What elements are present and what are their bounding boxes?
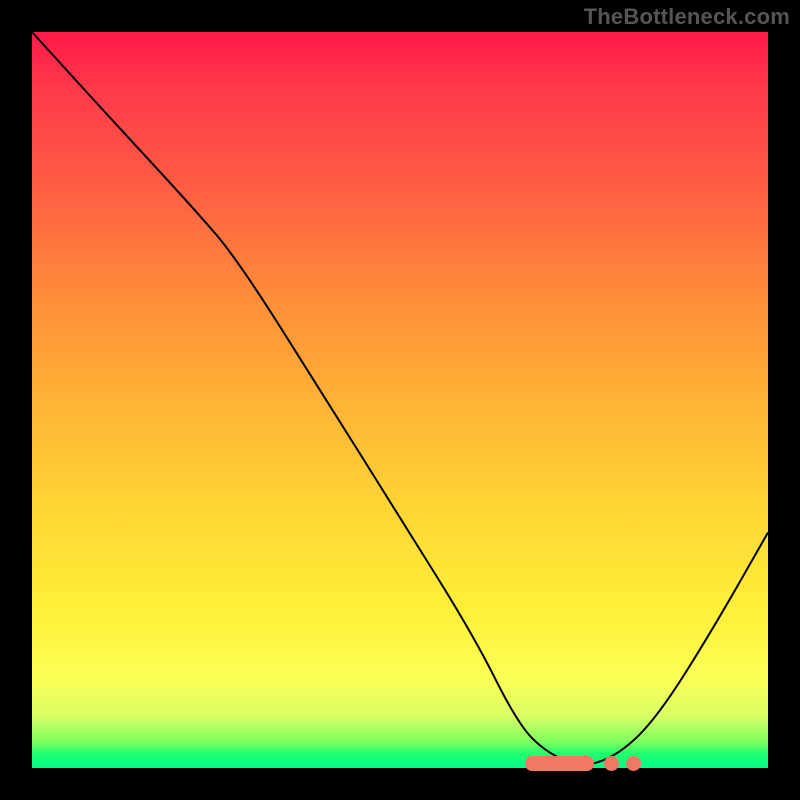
- plot-area: [32, 32, 768, 768]
- chart-container: TheBottleneck.com: [0, 0, 800, 800]
- optimal-range-bar: [525, 756, 593, 771]
- curve-path: [32, 32, 768, 764]
- optimal-range-dot-end: [626, 756, 641, 771]
- bottleneck-curve: [32, 32, 768, 768]
- optimal-range-dot: [604, 756, 619, 771]
- attribution-label: TheBottleneck.com: [584, 4, 790, 30]
